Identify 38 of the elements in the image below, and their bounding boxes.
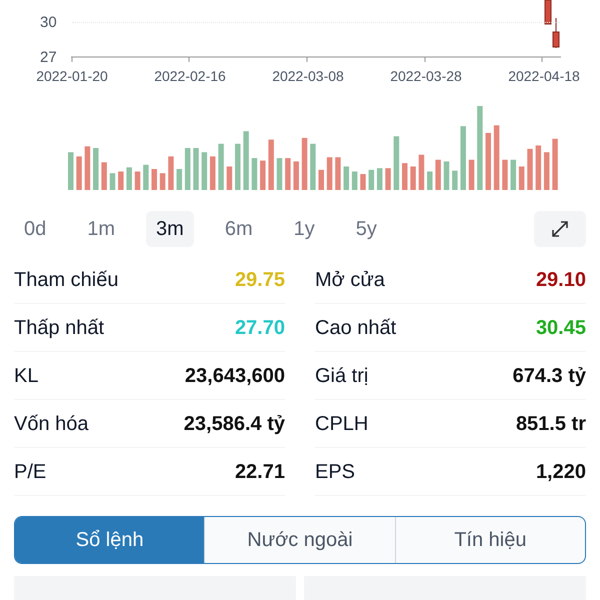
stat-label: Mở cửa <box>315 268 385 292</box>
period-tab[interactable]: 0d <box>14 211 56 247</box>
stat-value: 851.5 tr <box>516 412 586 436</box>
axis-label: 2022-02-16 <box>153 67 227 86</box>
axis-label: 2022-04-18 <box>507 67 581 86</box>
axis-label: 27 <box>40 48 57 68</box>
stat-label: Cao nhất <box>315 316 396 340</box>
period-tab[interactable]: 1m <box>77 211 126 247</box>
stat-label: Vốn hóa <box>14 412 89 436</box>
axis-label: 30 <box>40 13 57 33</box>
stat-label: EPS <box>315 460 356 484</box>
stat-label: CPLH <box>315 412 368 436</box>
period-tab[interactable]: 1y <box>284 211 325 247</box>
stat-value: 674.3 tỷ <box>512 364 586 388</box>
stat-value: 27.70 <box>234 316 285 340</box>
axis-label: 2022-03-08 <box>271 67 345 86</box>
period-tab[interactable]: 6m <box>214 211 263 247</box>
period-tab[interactable]: 3m <box>146 211 194 247</box>
axis-label: 2022-01-20 <box>35 67 109 86</box>
segment-tab[interactable]: Nước ngoài <box>204 517 395 563</box>
stat-label: Tham chiếu <box>14 268 118 292</box>
stat-value: 29.75 <box>234 268 285 292</box>
stat-value: 1,220 <box>536 460 586 484</box>
expand-button[interactable] <box>534 211 586 247</box>
period-tab[interactable]: 5y <box>346 211 387 247</box>
segment-tab[interactable]: Tín hiệu <box>394 517 585 563</box>
stat-label: Giá trị <box>315 364 368 388</box>
stat-value: 22.71 <box>234 460 285 484</box>
segment-tab[interactable]: Sổ lệnh <box>15 517 204 563</box>
stat-label: Thấp nhất <box>14 316 104 340</box>
stat-value: 30.45 <box>536 316 586 340</box>
stat-value: 29.10 <box>536 268 586 292</box>
stat-label: P/E <box>14 460 46 484</box>
expand-icon <box>550 219 570 239</box>
stat-value: 23,643,600 <box>184 364 285 388</box>
stat-label: KL <box>14 364 38 388</box>
stat-value: 23,586.4 tỷ <box>184 412 285 436</box>
axis-label: 2022-03-28 <box>389 67 463 86</box>
